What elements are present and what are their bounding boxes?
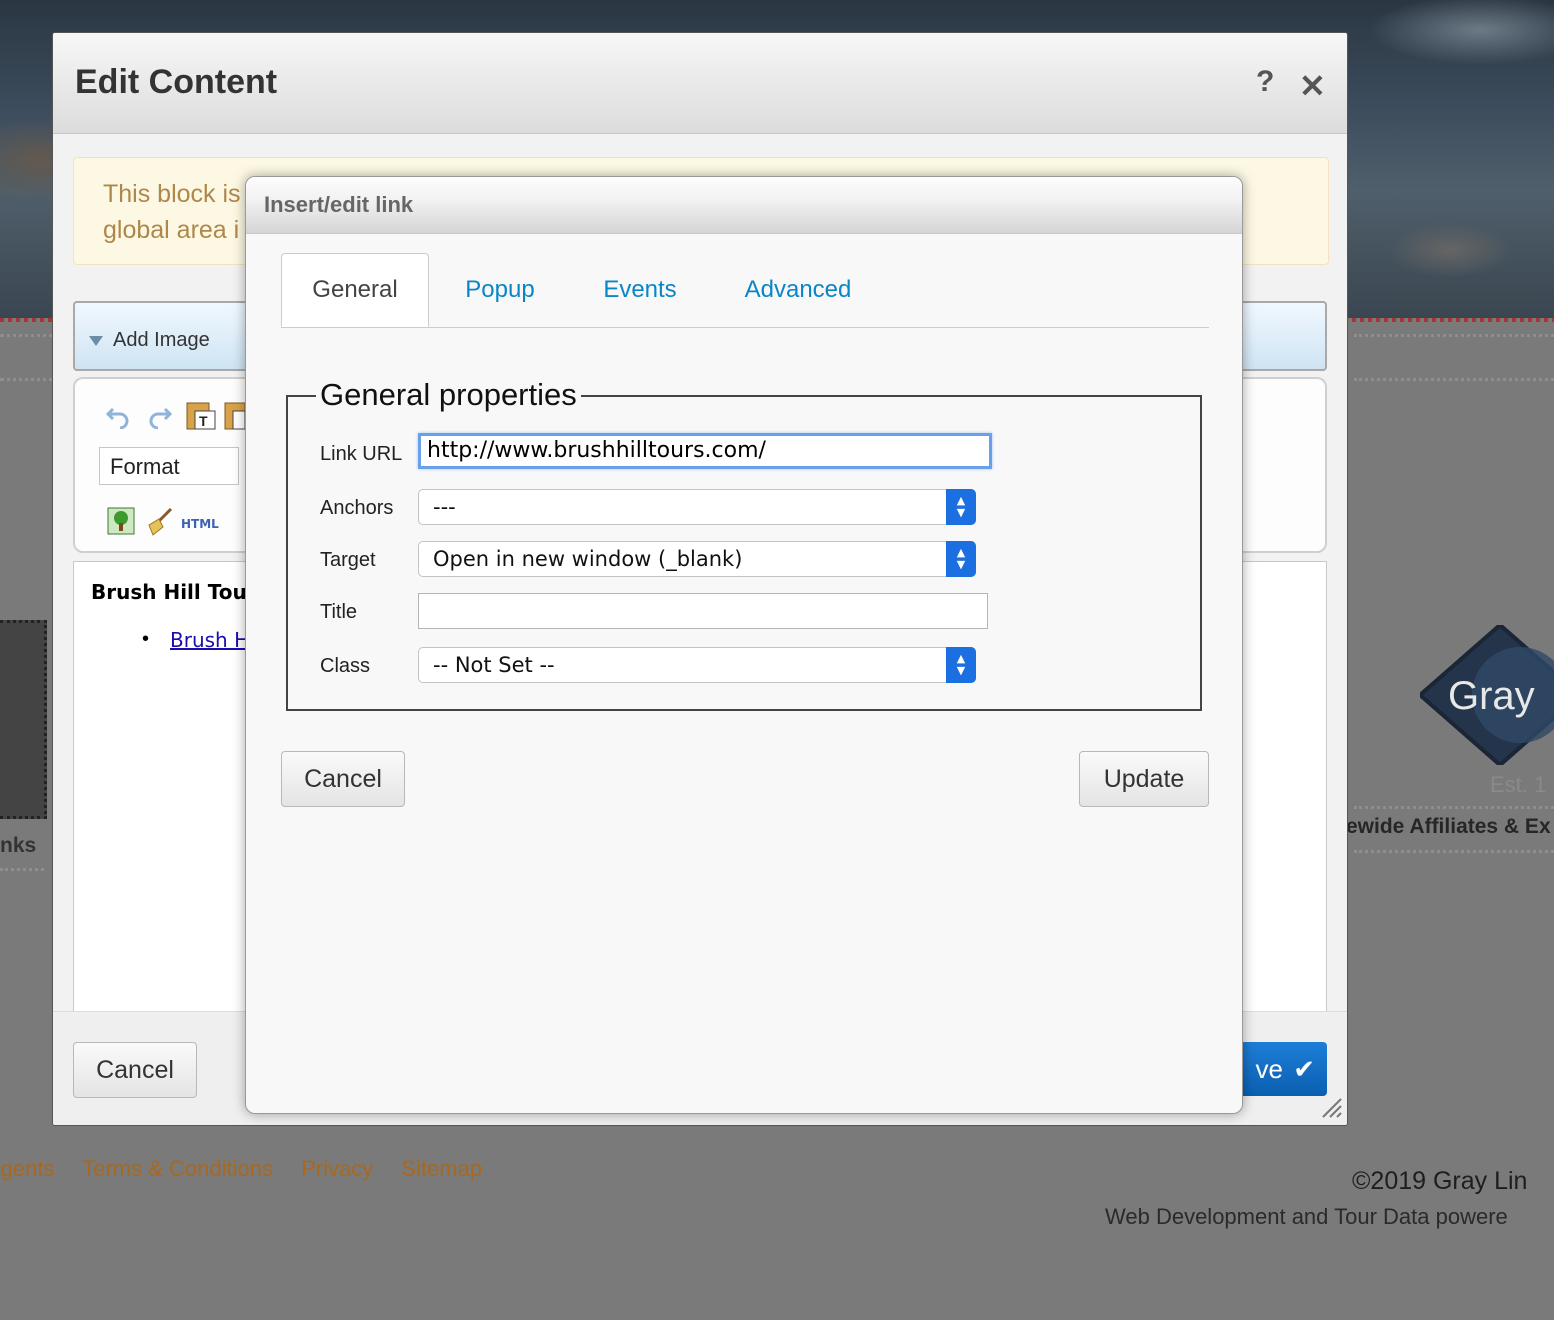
tab-general[interactable]: General: [281, 253, 429, 327]
footer-link-terms[interactable]: Terms & Conditions: [82, 1156, 273, 1181]
title-input[interactable]: [418, 593, 988, 629]
class-select-value: -- Not Set --: [433, 653, 555, 677]
logo-tagline: Est. 1: [1490, 772, 1547, 797]
expand-triangle-icon: [89, 336, 103, 346]
paste-text-icon[interactable]: T: [185, 399, 217, 431]
anchors-label: Anchors: [320, 497, 394, 519]
resize-grip-icon[interactable]: [1319, 1095, 1343, 1119]
affiliates-heading: ewide Affiliates & Ex: [1346, 815, 1551, 838]
save-button-label: ve: [1255, 1054, 1283, 1084]
footer-links: Agents Terms & Conditions Privacy Sitema…: [0, 1156, 504, 1182]
target-label: Target: [320, 549, 376, 571]
anchors-select-value: ---: [433, 495, 456, 519]
tab-divider: [281, 327, 1209, 328]
gray-line-logo-icon: Gray: [1420, 625, 1554, 765]
select-updown-icon: ▲ ▼: [946, 541, 976, 577]
logo-text: Gray: [1448, 674, 1535, 718]
update-button[interactable]: Update: [1079, 751, 1209, 807]
dotted-divider: [1354, 334, 1554, 337]
dotted-divider: [1354, 806, 1554, 809]
tab-popup[interactable]: Popup: [450, 253, 550, 327]
dialog-title: Insert/edit link: [264, 192, 414, 217]
dialog-titlebar[interactable]: Insert/edit link: [246, 177, 1242, 234]
copyright-text: ©2019 Gray Lin: [1352, 1167, 1528, 1195]
format-select[interactable]: Format: [99, 447, 239, 485]
footer-link-sitemap[interactable]: Sitemap: [401, 1156, 482, 1181]
editor-link[interactable]: Brush H: [170, 628, 249, 652]
footer-link-privacy[interactable]: Privacy: [301, 1156, 373, 1181]
sidebar-links-label: nks: [0, 834, 37, 857]
modal-title: Edit Content: [75, 63, 278, 101]
help-icon[interactable]: ?: [1256, 65, 1274, 99]
link-url-label: Link URL: [320, 443, 403, 465]
select-updown-icon: ▲ ▼: [946, 647, 976, 683]
broom-icon[interactable]: [145, 507, 175, 537]
insert-edit-link-dialog: Insert/edit link General Popup Events Ad…: [245, 176, 1243, 1114]
add-image-label: Add Image: [113, 329, 210, 351]
dotted-divider: [0, 334, 60, 337]
image-icon[interactable]: [107, 507, 135, 535]
warning-line-2: global area i: [103, 216, 240, 244]
svg-text:T: T: [199, 413, 208, 429]
close-icon[interactable]: ✕: [1299, 67, 1326, 105]
html-source-button[interactable]: HTML: [181, 517, 219, 531]
powered-by-text: Web Development and Tour Data powere: [1105, 1204, 1508, 1229]
select-updown-icon: ▲ ▼: [946, 489, 976, 525]
tab-events[interactable]: Events: [590, 253, 690, 327]
paste-word-icon[interactable]: [223, 399, 245, 431]
class-select[interactable]: -- Not Set -- ▲ ▼: [418, 647, 976, 683]
undo-icon[interactable]: [105, 403, 131, 429]
fieldset-legend: General properties: [316, 377, 581, 413]
modal-header: Edit Content ? ✕: [53, 33, 1347, 134]
footer-link-agents[interactable]: Agents: [0, 1156, 55, 1181]
list-bullet: •: [142, 628, 150, 650]
dotted-divider: [1354, 850, 1554, 853]
sidebar-panel: [0, 620, 47, 819]
dotted-divider: [1354, 378, 1554, 381]
target-select-value: Open in new window (_blank): [433, 547, 743, 571]
cancel-button[interactable]: Cancel: [73, 1042, 197, 1098]
dialog-cancel-button[interactable]: Cancel: [281, 751, 405, 807]
dotted-divider: [0, 868, 44, 871]
warning-line-1: This block is: [103, 180, 241, 208]
dotted-divider: [0, 378, 60, 381]
warning-text: This block is global area i: [103, 176, 253, 248]
tab-advanced[interactable]: Advanced: [734, 253, 862, 327]
anchors-select[interactable]: --- ▲ ▼: [418, 489, 976, 525]
link-url-input[interactable]: http://www.brushhilltours.com/: [418, 433, 992, 469]
title-label: Title: [320, 601, 358, 623]
class-label: Class: [320, 655, 371, 677]
redo-icon[interactable]: [147, 403, 173, 429]
target-select[interactable]: Open in new window (_blank) ▲ ▼: [418, 541, 976, 577]
editor-heading: Brush Hill Tou: [91, 580, 247, 604]
checkmark-icon: ✔: [1293, 1054, 1315, 1084]
